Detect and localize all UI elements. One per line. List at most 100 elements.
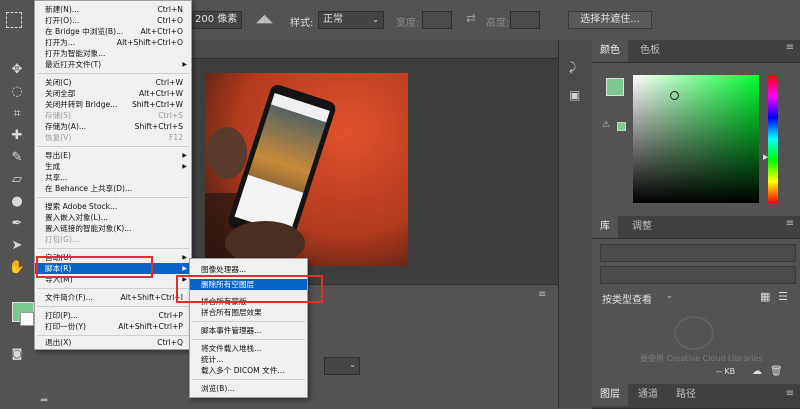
- marquee-tool-icon[interactable]: [6, 12, 22, 28]
- menu-item-revert[interactable]: 恢复(V) F12: [35, 132, 191, 143]
- width-input[interactable]: [422, 11, 452, 29]
- web-safe-chip[interactable]: [617, 122, 626, 131]
- menu-item-close-all[interactable]: 关闭全部 Alt+Ctrl+W: [35, 88, 191, 99]
- feather-input[interactable]: 200 像素: [190, 11, 242, 29]
- swap-icon[interactable]: ⇄: [466, 11, 476, 25]
- menu-item-share[interactable]: 共享...: [35, 172, 191, 183]
- document-canvas-image[interactable]: [205, 73, 408, 266]
- menu-item-save[interactable]: 存储(S) Ctrl+S: [35, 110, 191, 121]
- history-panel-icon[interactable]: ⤸: [569, 60, 576, 75]
- cc-libraries-text: 要使用 Creative Cloud Libraries: [640, 354, 763, 363]
- height-input[interactable]: [510, 11, 540, 29]
- menu-separator: [37, 73, 189, 74]
- menu-item-package[interactable]: 打包(G)...: [35, 234, 191, 245]
- trash-icon[interactable]: 🗑: [770, 366, 783, 377]
- menu-separator: [37, 197, 189, 198]
- menu-item-open-smart-object[interactable]: 打开为智能对象...: [35, 48, 191, 59]
- submenu-item-statistics[interactable]: 统计...: [190, 354, 307, 365]
- layers-panel-tabs: 图层 通道 路径 ≡: [592, 384, 800, 409]
- menu-item-exit[interactable]: 退出(X) Ctrl+Q: [35, 337, 191, 348]
- redo-arrow-icon[interactable]: ➦: [40, 395, 48, 406]
- menu-item-print[interactable]: 打印(P)... Ctrl+P: [35, 310, 191, 321]
- file-menu: 新建(N)... Ctrl+N 打开(O)... Ctrl+O 在 Bridge 中…: [34, 0, 192, 350]
- background-color-swatch[interactable]: [20, 312, 34, 326]
- cloud-sync-icon[interactable]: ☁: [752, 366, 762, 377]
- tab-layers[interactable]: 图层: [592, 384, 628, 406]
- menu-item-generate[interactable]: 生成 ▶: [35, 161, 191, 172]
- annotation-highlight-delete-empty-layers: [176, 275, 323, 303]
- menu-item-share-behance[interactable]: 在 Behance 上共享(D)...: [35, 183, 191, 194]
- menu-item-place-embedded[interactable]: 置入嵌入对象(L)...: [35, 212, 191, 223]
- menu-item-open-as[interactable]: 打开为... Alt+Shift+Ctrl+O: [35, 37, 191, 48]
- submenu-item-flatten-layer-effects[interactable]: 拼合所有图层效果: [190, 307, 307, 318]
- menu-separator: [192, 321, 305, 322]
- view-by-type-label[interactable]: 按类型查看: [602, 291, 652, 306]
- properties-panel-icon[interactable]: ▣: [569, 88, 580, 102]
- hand-tool-icon[interactable]: ✋: [6, 258, 28, 278]
- menu-item-new[interactable]: 新建(N)... Ctrl+N: [35, 4, 191, 15]
- submenu-item-script-events-manager[interactable]: 脚本事件管理器...: [190, 325, 307, 336]
- menu-item-recent-files[interactable]: 最近打开文件(T) ▶: [35, 59, 191, 70]
- submenu-item-image-processor[interactable]: 图像处理器...: [190, 264, 307, 275]
- menu-separator: [37, 306, 189, 307]
- menu-item-print-one[interactable]: 打印一份(Y) Alt+Shift+Ctrl+P: [35, 321, 191, 332]
- panel-menu-icon[interactable]: ≡: [786, 42, 794, 53]
- select-and-mask-button[interactable]: 选择并遮住...: [568, 11, 652, 29]
- toolbar: ✥ ◌ ⌗ ✚ ✎ ▱ ● ✒ ➤ ✋ ◙: [0, 40, 35, 408]
- menu-item-close[interactable]: 关闭(C) Ctrl+W: [35, 77, 191, 88]
- color-field[interactable]: [633, 75, 759, 203]
- library-size-text: -- KB: [716, 367, 736, 376]
- menu-separator: [37, 146, 189, 147]
- brush-tool-icon[interactable]: ✎: [6, 148, 28, 168]
- menu-item-open[interactable]: 打开(O)... Ctrl+O: [35, 15, 191, 26]
- hue-slider[interactable]: [768, 75, 778, 203]
- menu-item-place-linked[interactable]: 置入链接的智能对象(K)...: [35, 223, 191, 234]
- width-label: 宽度:: [396, 18, 420, 29]
- submenu-item-load-files-stack[interactable]: 将文件载入堆栈...: [190, 343, 307, 354]
- color-panel-tabs: 颜色 色板 ≡: [592, 40, 800, 63]
- creative-cloud-icon: [674, 316, 714, 350]
- panel-menu-icon[interactable]: ≡: [786, 218, 794, 229]
- tab-adjustments[interactable]: 调整: [624, 216, 660, 238]
- style-select[interactable]: 正常 ⌄: [318, 11, 384, 29]
- move-tool-icon[interactable]: ✥: [6, 60, 28, 80]
- tab-paths[interactable]: 路径: [668, 384, 704, 406]
- quick-mask-icon[interactable]: ◙: [6, 344, 28, 364]
- path-select-icon[interactable]: ➤: [6, 236, 28, 256]
- grid-view-icon[interactable]: ▦: [760, 290, 770, 303]
- panel-icon-column: ⤸ ▣: [558, 40, 594, 408]
- color-picker-marker[interactable]: [670, 91, 679, 100]
- chevron-down-icon: ⌄: [372, 15, 379, 24]
- tab-channels[interactable]: 通道: [630, 384, 666, 406]
- submenu-item-browse[interactable]: 浏览(B)...: [190, 383, 307, 394]
- submenu-item-load-dicom[interactable]: 载入多个 DICOM 文件...: [190, 365, 307, 376]
- tab-swatches[interactable]: 色板: [632, 40, 668, 62]
- right-panels: 颜色 色板 ≡ ⚠ ▶ 库 调整 ≡ 按类型查看 ⌄ ▦ ☰ 要使用 Creat…: [592, 40, 800, 409]
- menu-item-file-info[interactable]: 文件简介(F)... Alt+Shift+Ctrl+I: [35, 292, 191, 303]
- bottom-select[interactable]: ⌄: [324, 357, 360, 375]
- chevron-down-icon: ⌄: [349, 360, 356, 369]
- menu-item-close-go-bridge[interactable]: 关闭并转到 Bridge... Shift+Ctrl+W: [35, 99, 191, 110]
- anti-alias-icon[interactable]: ◢◣: [256, 12, 273, 25]
- tab-color[interactable]: 颜色: [592, 40, 628, 62]
- lasso-tool-icon[interactable]: ◌: [6, 82, 28, 102]
- menu-item-export[interactable]: 导出(E) ▶: [35, 150, 191, 161]
- blur-tool-icon[interactable]: ●: [6, 192, 28, 212]
- tab-library[interactable]: 库: [592, 216, 618, 238]
- hue-slider-handle[interactable]: ▶: [763, 153, 768, 161]
- foreground-color-chip[interactable]: [606, 78, 624, 96]
- pen-tool-icon[interactable]: ✒: [6, 214, 28, 234]
- menu-separator: [192, 339, 305, 340]
- eraser-tool-icon[interactable]: ▱: [6, 170, 28, 190]
- menu-separator: [192, 379, 305, 380]
- library-select[interactable]: [600, 244, 796, 262]
- healing-brush-icon[interactable]: ✚: [6, 126, 28, 146]
- panel-menu-icon[interactable]: ≡: [786, 388, 794, 399]
- menu-item-browse-bridge[interactable]: 在 Bridge 中浏览(B)... Alt+Ctrl+O: [35, 26, 191, 37]
- crop-tool-icon[interactable]: ⌗: [6, 104, 28, 124]
- panel-menu-icon[interactable]: ≡: [538, 289, 546, 300]
- list-view-icon[interactable]: ☰: [778, 290, 788, 303]
- menu-item-save-as[interactable]: 存储为(A)... Shift+Ctrl+S: [35, 121, 191, 132]
- library-search[interactable]: [600, 266, 796, 284]
- menu-item-search-stock[interactable]: 搜索 Adobe Stock...: [35, 201, 191, 212]
